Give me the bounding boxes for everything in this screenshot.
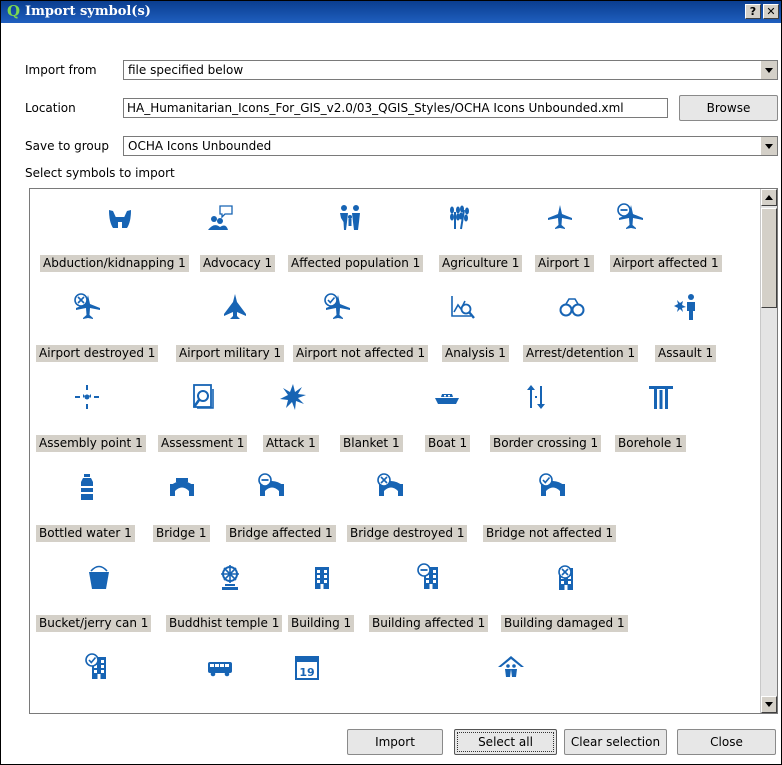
symbol-label: Airport not affected 1 [293,345,429,362]
import-symbols-dialog: Q Import symbol(s) ? ✕ Import from file … [0,0,782,765]
bus-icon [205,652,235,682]
import-from-label: Import from [25,63,97,77]
plane-icon [545,202,575,232]
camp-icon [496,652,526,682]
save-to-group-label: Save to group [25,139,109,153]
select-all-button[interactable]: Select all [454,729,557,755]
location-input[interactable] [124,99,667,117]
import-button[interactable]: Import [347,729,443,755]
blanket-icon [379,382,409,412]
import-from-combo[interactable]: file specified below [123,60,778,80]
symbol-label: Boat 1 [425,435,471,452]
symbol-label: Attack 1 [263,435,319,452]
dharma-wheel-icon [215,562,245,592]
symbol-label: Arrest/detention 1 [523,345,639,362]
help-button[interactable]: ? [745,4,761,19]
browse-button[interactable]: Browse [679,95,778,121]
people-icon [335,202,365,232]
advocacy-icon [205,202,235,232]
window-title: Import symbol(s) [25,4,151,19]
vertical-scrollbar[interactable] [760,189,777,713]
symbol-label: Affected population 1 [288,255,424,272]
symbol-label: Bucket/jerry can 1 [36,615,152,632]
save-to-group-combo[interactable]: OCHA Icons Unbounded [123,136,778,156]
symbol-list[interactable]: Abduction/kidnapping 1 Advocacy 1 Affected… [29,188,778,714]
symbol-label: Assembly point 1 [36,435,146,452]
symbol-label: Abduction/kidnapping 1 [40,255,189,272]
symbol-label: Airport 1 [535,255,594,272]
assessment-icon [188,382,218,412]
plane-destroyed-icon [73,292,103,322]
symbol-label: Analysis 1 [442,345,509,362]
symbol-label: Buddhist temple 1 [166,615,283,632]
import-from-value: file specified below [128,63,244,77]
assault-icon [670,292,700,322]
scroll-up-button[interactable] [761,189,777,206]
chevron-down-icon[interactable] [760,137,777,155]
wheat-icon [444,202,474,232]
qgis-logo-icon: Q [7,2,21,20]
symbol-label: Airport military 1 [176,345,285,362]
symbol-label: Blanket 1 [340,435,403,452]
location-label: Location [25,101,76,115]
scroll-down-button[interactable] [761,696,777,713]
border-crossing-icon [521,382,551,412]
symbol-label: Building damaged 1 [501,615,628,632]
symbol-label: Bridge 1 [153,525,210,542]
building-damaged-icon [548,562,578,592]
bucket-icon [84,562,114,592]
symbol-label: Building affected 1 [369,615,489,632]
bridge-destroyed-icon [376,472,406,502]
symbol-label: Borehole 1 [615,435,686,452]
bridge-icon [167,472,197,502]
assembly-point-icon [72,382,102,412]
symbol-label: Assessment 1 [158,435,248,452]
save-to-group-value: OCHA Icons Unbounded [128,139,272,153]
clear-selection-button[interactable]: Clear selection [564,729,667,755]
symbol-label: Agriculture 1 [439,255,523,272]
svg-text:19: 19 [299,666,314,679]
building-not-affected-icon [84,652,114,682]
calendar-icon: 19 [292,652,322,682]
bridge-not-affected-icon [538,472,568,502]
plane-affected-icon [616,202,646,232]
attack-icon [278,382,308,412]
symbol-label: Bridge not affected 1 [483,525,617,542]
handcuffs-icon [557,292,587,322]
close-button[interactable]: Close [677,729,776,755]
close-window-button[interactable]: ✕ [763,4,779,19]
scroll-thumb[interactable] [761,208,777,308]
hands-icon [105,202,135,232]
location-field[interactable] [123,98,668,118]
symbol-label: Airport destroyed 1 [36,345,159,362]
symbol-label: Advocacy 1 [200,255,276,272]
symbol-label: Bridge affected 1 [226,525,336,542]
military-plane-icon [220,292,250,322]
chevron-down-icon[interactable] [760,61,777,79]
plane-not-affected-icon [323,292,353,322]
bottle-icon [72,472,102,502]
symbol-label: Bridge destroyed 1 [347,525,468,542]
bridge-affected-icon [257,472,287,502]
boat-icon [432,382,462,412]
symbol-label: Assault 1 [655,345,717,362]
symbol-label: Bottled water 1 [36,525,135,542]
symbol-label: Border crossing 1 [490,435,602,452]
building-icon [307,562,337,592]
analysis-icon [447,292,477,322]
borehole-icon [646,382,676,412]
select-symbols-label: Select symbols to import [25,166,175,180]
title-bar: Q Import symbol(s) ? ✕ [1,1,781,23]
symbol-label: Airport affected 1 [610,255,722,272]
building-affected-icon [416,562,446,592]
symbol-label: Building 1 [288,615,355,632]
